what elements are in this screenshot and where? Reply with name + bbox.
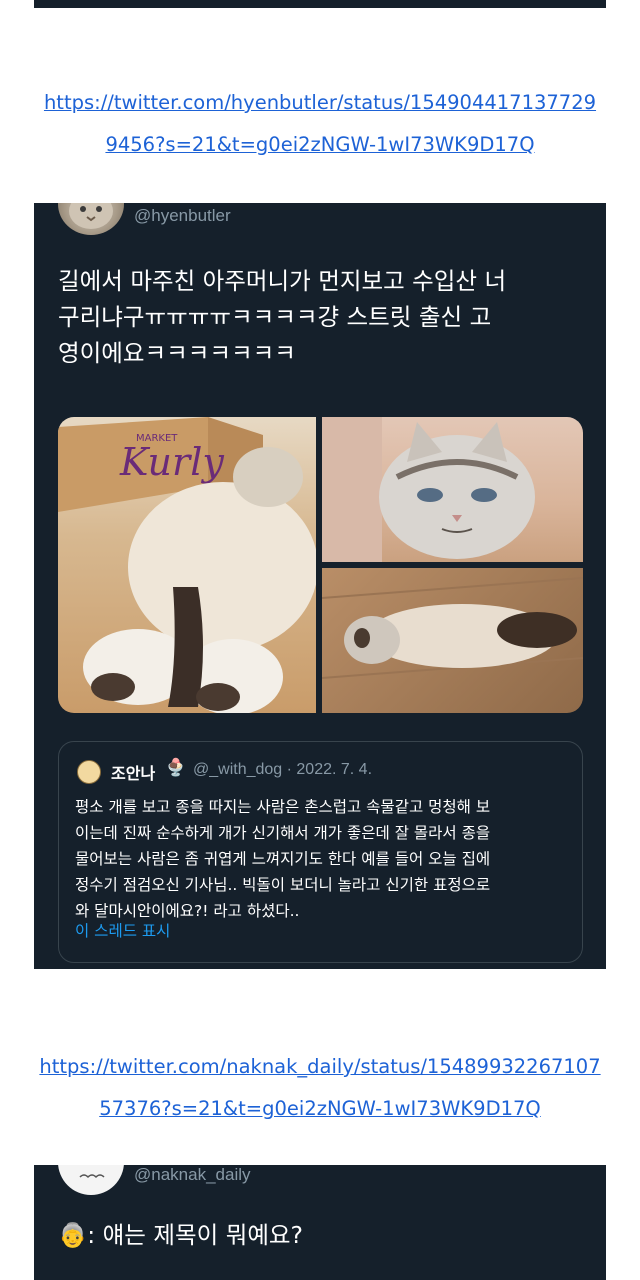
grumpy-cat-face-photo[interactable]: [322, 417, 583, 562]
tweet-card-hyenbutler[interactable]: @hyenbutler 길에서 마주친 아주머니가 먼지보고 수입산 너 구리냐…: [34, 203, 606, 969]
cat-avatar-icon[interactable]: [58, 203, 124, 235]
quoted-user-name[interactable]: 조안나: [111, 760, 155, 784]
tweet-link-1[interactable]: https://twitter.com/hyenbutler/status/15…: [0, 82, 640, 166]
tweet-link-1-line1: https://twitter.com/hyenbutler/status/15…: [43, 91, 597, 114]
tweet-link-2-line1: https://twitter.com/naknak_daily/status/…: [39, 1055, 601, 1078]
tweet-body-line: : 얘는 제목이 뭐예요?: [87, 1221, 304, 1249]
quoted-tweet-body: 평소 개를 보고 종을 따지는 사람은 촌스럽고 속물같고 멍청해 보 이는데 …: [75, 794, 575, 924]
tweet-handle[interactable]: @hyenbutler: [134, 206, 231, 226]
tweet-body-line: 구리냐구ㅠㅠㅠㅠㅋㅋㅋㅋ걍 스트릿 출신 고: [58, 303, 492, 331]
tweet-link-2[interactable]: https://twitter.com/naknak_daily/status/…: [0, 1046, 640, 1130]
tweet-link-2-line2: 57376?s=21&t=g0ei2zNGW-1wI73WK9D17Q: [99, 1097, 541, 1120]
quoted-body-line: 이는데 진짜 순수하게 개가 신기해서 개가 좋은데 잘 몰라서 종을: [75, 824, 491, 842]
cat-stretched-out-photo[interactable]: [322, 568, 583, 713]
quoted-tweet[interactable]: 조안나 🍨 @_with_dog · 2022. 7. 4. 평소 개를 보고 …: [58, 741, 583, 963]
tweet-link-1-line2: 9456?s=21&t=g0ei2zNGW-1wI73WK9D17Q: [105, 133, 535, 156]
box-brand-text: Kurly: [119, 440, 224, 484]
quoted-body-line: 평소 개를 보고 종을 따지는 사람은 촌스럽고 속물같고 멍청해 보: [75, 798, 491, 816]
tweet-body: 길에서 마주친 아주머니가 먼지보고 수입산 너 구리냐구ㅠㅠㅠㅠㅋㅋㅋㅋ걍 스…: [58, 263, 588, 371]
quoted-user-avatar[interactable]: [77, 760, 101, 784]
user-avatar-icon[interactable]: [58, 1165, 124, 1195]
grandma-emoji-icon: 👵: [58, 1221, 88, 1249]
tweet-photo-grid: Kurly MARKET: [58, 417, 583, 713]
previous-tweet-bottom: [34, 0, 606, 8]
tweet-handle[interactable]: @naknak_daily: [134, 1165, 251, 1185]
tweet-card-naknak-daily[interactable]: @naknak_daily 👵: 얘는 제목이 뭐예요?: [34, 1165, 606, 1280]
tweet-body-line: 영이에요ㅋㅋㅋㅋㅋㅋㅋ: [58, 339, 296, 367]
tweet-body: 👵: 얘는 제목이 뭐예요?: [58, 1217, 588, 1253]
quoted-user-meta: @_with_dog · 2022. 7. 4.: [193, 761, 373, 778]
tweet-body-line: 길에서 마주친 아주머니가 먼지보고 수입산 너: [58, 267, 507, 295]
show-thread-link[interactable]: 이 스레드 표시: [75, 919, 170, 941]
cat-lying-on-floor-photo[interactable]: Kurly MARKET: [58, 417, 316, 713]
box-sub-text: MARKET: [136, 433, 178, 444]
quoted-body-line: 정수기 점검오신 기사님.. 빅돌이 보더니 놀라고 신기한 표정으로: [75, 876, 491, 894]
quoted-body-line: 물어보는 사람은 좀 귀엽게 느껴지기도 한다 예를 들어 오늘 집에: [75, 850, 491, 868]
ice-cream-icon: 🍨: [165, 758, 187, 778]
